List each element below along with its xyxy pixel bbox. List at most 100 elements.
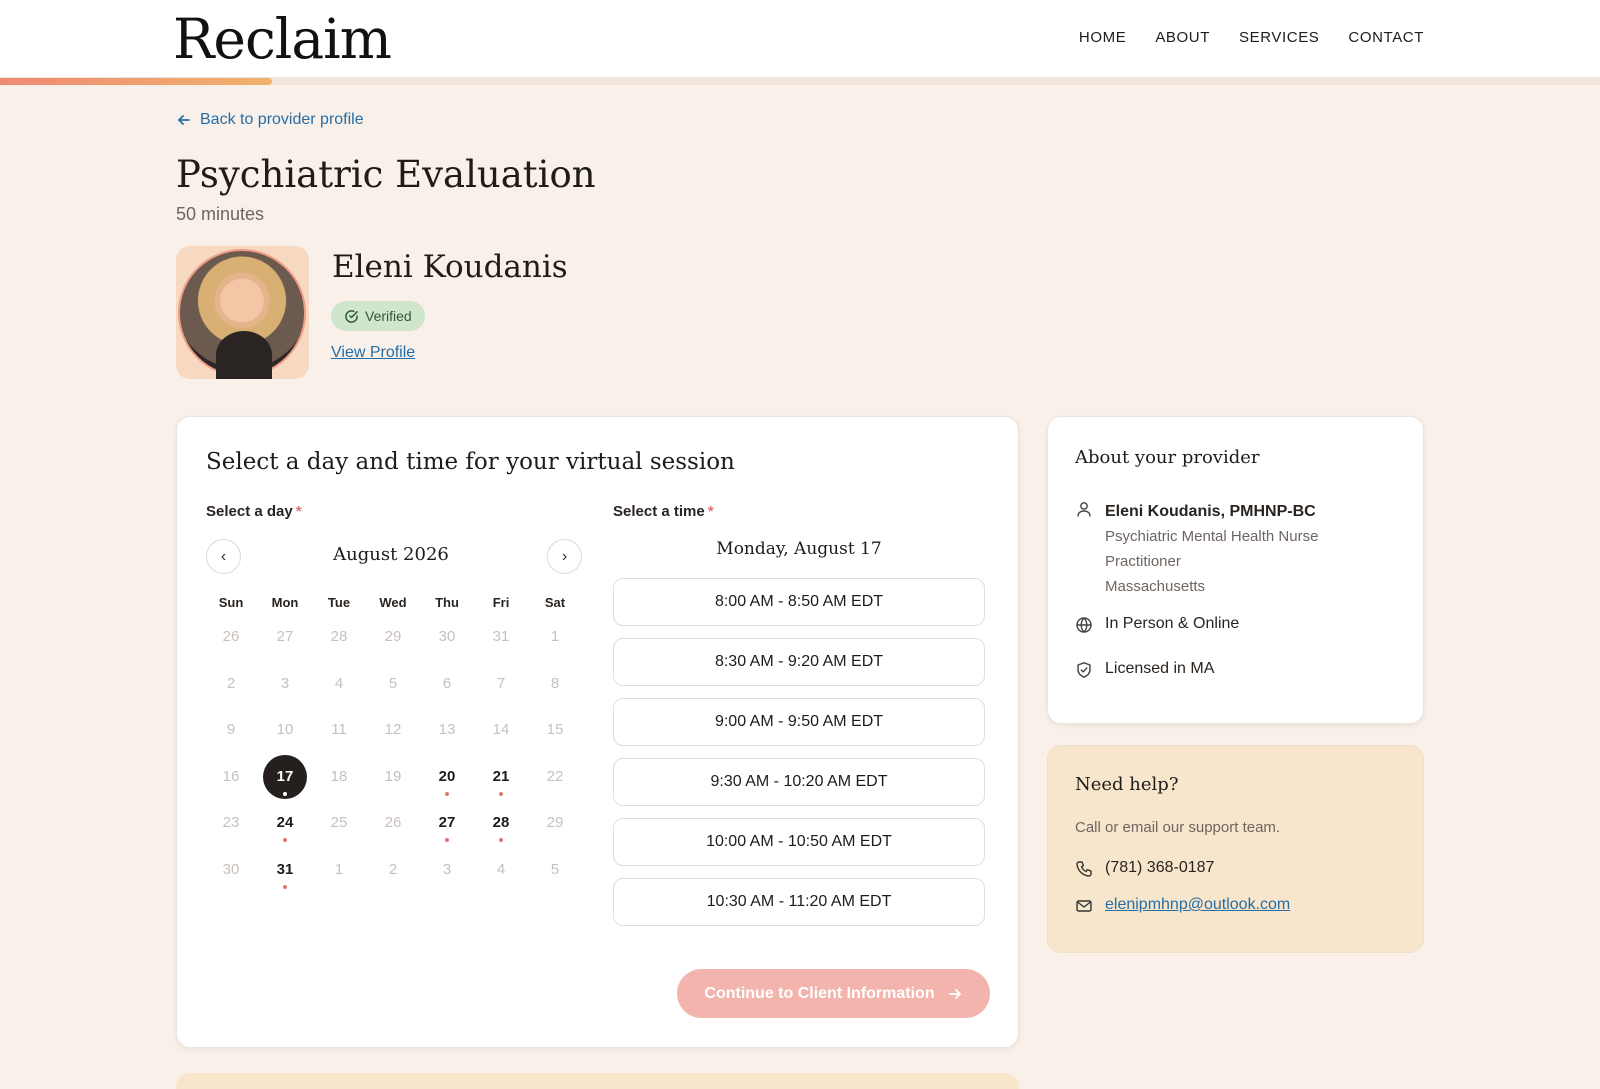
calendar-day-unavailable: 19 <box>384 767 402 785</box>
time-slot-button[interactable]: 10:00 AM - 10:50 AM EDT <box>613 818 985 866</box>
booking-card-title: Select a day and time for your virtual s… <box>206 449 735 475</box>
main-nav: HOME ABOUT SERVICES CONTACT <box>1079 29 1424 46</box>
nav-home[interactable]: HOME <box>1079 29 1126 46</box>
support-email-link[interactable]: elenipmhnp@outlook.com <box>1105 896 1290 915</box>
prev-month-button[interactable]: ‹ <box>206 539 241 574</box>
time-slot-button[interactable]: 10:30 AM - 11:20 AM EDT <box>613 878 985 926</box>
calendar-day-unavailable: 29 <box>546 814 564 831</box>
calendar-day-unavailable: 28 <box>330 628 348 645</box>
weekday-header: Fri <box>492 595 510 610</box>
weekday-header: Sun <box>218 595 244 610</box>
page-title: Psychiatric Evaluation <box>176 153 596 196</box>
time-slot-button[interactable]: 8:30 AM - 9:20 AM EDT <box>613 638 985 686</box>
continue-button[interactable]: Continue to Client Information <box>677 969 990 1018</box>
help-subtitle: Call or email our support team. <box>1075 819 1281 836</box>
calendar-day-unavailable: 30 <box>438 628 456 645</box>
phone-icon <box>1076 861 1092 877</box>
support-phone-row: (781) 368-0187 <box>1075 859 1214 878</box>
globe-icon <box>1076 617 1092 633</box>
calendar-day-unavailable: 29 <box>384 628 402 645</box>
calendar-day-available[interactable]: 27 <box>424 801 470 845</box>
view-profile-link[interactable]: View Profile <box>331 344 415 362</box>
calendar-day-available[interactable]: 28 <box>478 801 524 845</box>
calendar-day-unavailable: 4 <box>496 860 506 878</box>
calendar-day-unavailable: 13 <box>438 721 456 738</box>
support-phone[interactable]: (781) 368-0187 <box>1105 859 1214 878</box>
select-day-label: Select a day * <box>206 503 302 520</box>
provider-full-credentials: Eleni Koudanis, PMHNP-BC <box>1105 503 1316 520</box>
user-icon <box>1077 502 1091 517</box>
provider-photo-frame <box>176 246 309 379</box>
provider-state: Massachusetts <box>1105 578 1206 595</box>
session-format-row: In Person & Online <box>1075 615 1239 634</box>
calendar-day-unavailable: 26 <box>384 814 402 831</box>
calendar-day-unavailable: 3 <box>280 674 290 692</box>
calendar-day-unavailable: 1 <box>334 860 344 878</box>
weekday-header: Sat <box>544 595 566 610</box>
calendar-day-unavailable: 26 <box>222 628 240 645</box>
next-month-button[interactable]: › <box>547 539 582 574</box>
calendar-day-unavailable: 2 <box>226 674 236 692</box>
calendar-day-unavailable: 15 <box>546 721 564 738</box>
calendar-day-unavailable: 9 <box>226 721 236 738</box>
help-title: Need help? <box>1075 774 1179 795</box>
calendar-day-unavailable: 10 <box>276 721 294 738</box>
calendar-day-unavailable: 16 <box>222 767 240 785</box>
calendar-day-available[interactable]: 24 <box>262 801 308 845</box>
calendar-day-selected[interactable]: 17 <box>262 754 308 799</box>
weekday-header: Thu <box>435 595 459 610</box>
calendar-day-unavailable: 2 <box>388 860 398 878</box>
nav-services[interactable]: SERVICES <box>1239 29 1319 46</box>
weekday-header: Tue <box>327 595 351 610</box>
selected-date-heading: Monday, August 17 <box>716 539 882 559</box>
weekday-header: Mon <box>271 595 299 610</box>
booking-card: Select a day and time for your virtual s… <box>176 416 1019 1048</box>
provider-avatar <box>178 249 306 379</box>
calendar-day-unavailable: 14 <box>492 721 510 738</box>
required-mark: * <box>707 503 714 520</box>
weekday-header: Wed <box>379 595 407 610</box>
lower-section-card-edge <box>176 1073 1019 1089</box>
about-provider-title: About your provider <box>1075 447 1260 468</box>
booking-progress-fill <box>0 78 272 85</box>
help-card: Need help? Call or email our support tea… <box>1047 745 1424 953</box>
calendar-day-unavailable: 3 <box>442 860 452 878</box>
support-email-row: elenipmhnp@outlook.com <box>1075 896 1290 915</box>
check-circle-icon <box>345 309 358 323</box>
provider-credentials-row: Eleni Koudanis, PMHNP-BC Psychiatric Men… <box>1075 499 1318 599</box>
calendar-day-unavailable: 27 <box>276 628 294 645</box>
time-slot-button[interactable]: 9:00 AM - 9:50 AM EDT <box>613 698 985 746</box>
time-slot-button[interactable]: 8:00 AM - 8:50 AM EDT <box>613 578 985 626</box>
time-slot-button[interactable]: 9:30 AM - 10:20 AM EDT <box>613 758 985 806</box>
calendar-day-unavailable: 5 <box>550 860 560 878</box>
license-info: Licensed in MA <box>1105 660 1215 677</box>
back-link-label: Back to provider profile <box>200 111 364 128</box>
back-to-profile-link[interactable]: Back to provider profile <box>176 111 364 129</box>
required-mark: * <box>295 503 302 520</box>
calendar-day-available[interactable]: 31 <box>262 848 308 892</box>
time-slot-list[interactable]: 8:00 AM - 8:50 AM EDT 8:30 AM - 9:20 AM E… <box>613 578 985 936</box>
calendar-day-unavailable: 22 <box>546 767 564 785</box>
calendar-day-unavailable: 8 <box>550 674 560 692</box>
nav-contact[interactable]: CONTACT <box>1348 29 1424 46</box>
calendar-day-available[interactable]: 21 <box>478 755 524 799</box>
license-row: Licensed in MA <box>1075 660 1214 679</box>
calendar-day-unavailable: 7 <box>496 674 506 692</box>
calendar-day-unavailable: 30 <box>222 860 240 878</box>
mail-icon <box>1076 900 1092 912</box>
arrow-right-icon <box>948 988 961 999</box>
provider-name: Eleni Koudanis <box>332 249 568 285</box>
calendar-day-unavailable: 23 <box>222 814 240 831</box>
calendar-day-unavailable: 1 <box>550 628 560 645</box>
booking-progress-bar <box>0 78 1600 85</box>
calendar-day-available[interactable]: 20 <box>424 755 470 799</box>
chevron-right-icon: › <box>561 547 568 565</box>
site-logo[interactable]: Reclaim <box>173 9 392 70</box>
calendar-month-label: August 2026 <box>333 544 449 565</box>
provider-role-line-2: Practitioner <box>1105 553 1181 570</box>
verified-label: Verified <box>365 308 412 324</box>
nav-about[interactable]: ABOUT <box>1155 29 1210 46</box>
calendar-day-unavailable: 25 <box>330 814 348 831</box>
verified-badge: Verified <box>331 301 425 331</box>
calendar-day-unavailable: 6 <box>442 674 452 692</box>
